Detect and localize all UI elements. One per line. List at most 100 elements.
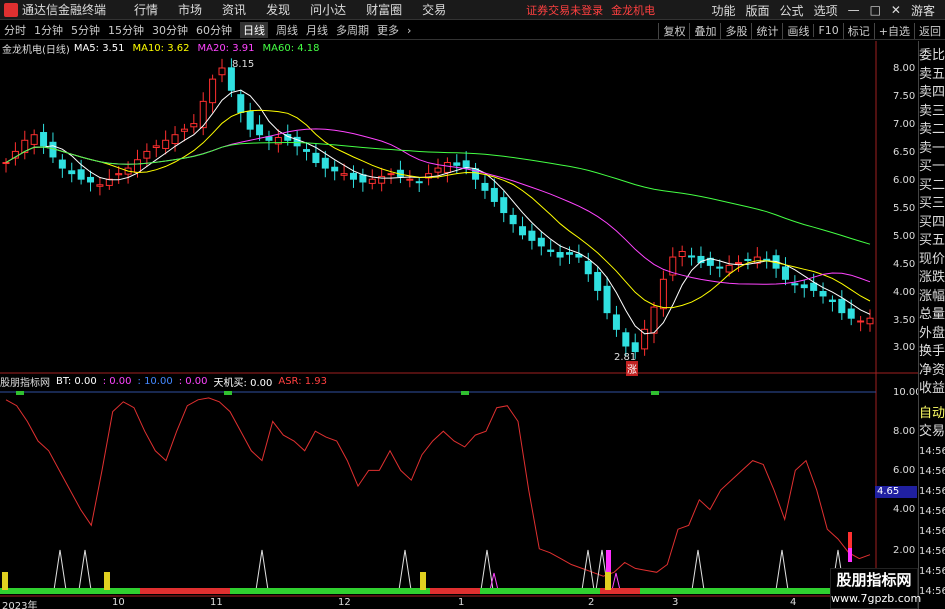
candle-body bbox=[528, 230, 536, 241]
candle-body bbox=[68, 170, 76, 175]
side-sell1[interactable]: 卖一 bbox=[919, 140, 945, 159]
ytick: 5.50 bbox=[893, 203, 916, 214]
sub-ytick: 8.00 bbox=[893, 426, 916, 437]
signal-bars bbox=[0, 532, 876, 594]
sub-chart-header: 股朋指标网 BT: 0.00 : 0.00 : 10.00 : 0.00 天机买… bbox=[0, 374, 333, 389]
candle-body bbox=[481, 182, 489, 191]
candle-body bbox=[678, 250, 686, 257]
v3-value: : 10.00 bbox=[137, 375, 173, 387]
candle-body bbox=[133, 159, 141, 173]
side-change[interactable]: 涨跌 bbox=[919, 269, 945, 288]
ytick: 4.50 bbox=[893, 259, 916, 270]
side-weibi[interactable]: 委比 bbox=[919, 47, 945, 66]
candle-body bbox=[500, 197, 508, 214]
signal-bar-red bbox=[140, 588, 230, 594]
candle-body bbox=[490, 187, 498, 202]
candle-body bbox=[143, 150, 151, 159]
xaxis-label: 10 bbox=[112, 597, 125, 608]
tick-time: 14:56 bbox=[919, 585, 945, 597]
ma10-value: MA10: 3.62 bbox=[132, 42, 190, 54]
candle-body bbox=[171, 134, 179, 145]
candle-body bbox=[434, 167, 442, 173]
v4-value: : 0.00 bbox=[178, 375, 208, 387]
v2-value: : 0.00 bbox=[102, 375, 132, 387]
spike-triangle bbox=[398, 549, 412, 591]
side-buy2[interactable]: 买二 bbox=[919, 177, 945, 196]
side-sell5[interactable]: 卖五 bbox=[919, 66, 945, 85]
side-buy4[interactable]: 买四 bbox=[919, 214, 945, 233]
oscillator-line bbox=[5, 397, 871, 577]
candle-body bbox=[331, 166, 339, 172]
signal-bar-magenta bbox=[848, 548, 852, 562]
candle-body bbox=[650, 306, 658, 334]
side-sell2[interactable]: 卖二 bbox=[919, 121, 945, 140]
candle-body bbox=[209, 78, 217, 104]
candle-body bbox=[509, 214, 517, 225]
chart-canvas[interactable] bbox=[0, 0, 918, 609]
ytick: 3.00 bbox=[893, 342, 916, 353]
candle-body bbox=[190, 123, 198, 128]
asr-value: ASR: 1.93 bbox=[278, 375, 328, 387]
side-sell4[interactable]: 卖四 bbox=[919, 84, 945, 103]
ytick: 3.50 bbox=[893, 315, 916, 326]
candle-body bbox=[349, 172, 357, 180]
side-change-pct[interactable]: 涨幅 bbox=[919, 288, 945, 307]
side-turnover[interactable]: 换手 bbox=[919, 343, 945, 362]
side-auto[interactable]: 自动 bbox=[919, 405, 945, 424]
candle-body bbox=[603, 285, 611, 314]
signal-marker bbox=[16, 391, 24, 395]
candle-body bbox=[688, 255, 696, 258]
candle-body bbox=[303, 149, 311, 152]
candle-body bbox=[857, 320, 865, 323]
tick-time: 14:56 bbox=[919, 525, 945, 537]
xaxis-label: 1 bbox=[458, 597, 465, 608]
tick-time: 14:56 bbox=[919, 545, 945, 557]
sub-ytick: 6.00 bbox=[893, 465, 916, 476]
signal-bar-yellow bbox=[420, 572, 426, 590]
side-earnings[interactable]: 收益 bbox=[919, 380, 945, 399]
candle-body bbox=[584, 260, 592, 275]
stock-label[interactable]: 金龙机电(日线) bbox=[2, 41, 70, 56]
ytick: 5.00 bbox=[893, 231, 916, 242]
signal-bar-yellow bbox=[605, 572, 611, 590]
candle-body bbox=[218, 67, 226, 76]
indicator-name[interactable]: 股朋指标网 bbox=[0, 374, 50, 389]
side-buy3[interactable]: 买三 bbox=[919, 195, 945, 214]
ytick: 8.00 bbox=[893, 63, 916, 74]
candle-body bbox=[744, 258, 752, 261]
candle-body bbox=[556, 251, 564, 258]
tool-back[interactable]: 返回 bbox=[914, 22, 945, 39]
side-buy5[interactable]: 买五 bbox=[919, 232, 945, 251]
side-netasset[interactable]: 净资 bbox=[919, 362, 945, 381]
candle-body bbox=[321, 157, 329, 169]
candle-body bbox=[819, 290, 827, 297]
side-volume[interactable]: 总量 bbox=[919, 306, 945, 325]
candle-body bbox=[453, 162, 461, 166]
ytick: 4.00 bbox=[893, 287, 916, 298]
candle-body bbox=[612, 314, 620, 330]
candle-body bbox=[415, 181, 423, 184]
side-outer[interactable]: 外盘 bbox=[919, 325, 945, 344]
side-trade[interactable]: 交易 bbox=[919, 423, 945, 442]
bt-value: BT: 0.00 bbox=[56, 375, 97, 387]
candle-body bbox=[180, 128, 188, 132]
ma5-line bbox=[5, 89, 871, 335]
side-price[interactable]: 现价 bbox=[919, 251, 945, 270]
low-mark-badge: 涨 bbox=[626, 361, 638, 376]
candle-body bbox=[237, 94, 245, 113]
candle-body bbox=[406, 178, 414, 181]
sub-ytick: 2.00 bbox=[893, 545, 916, 556]
candle-body bbox=[77, 169, 85, 180]
side-sell3[interactable]: 卖三 bbox=[919, 103, 945, 122]
moving-averages bbox=[5, 89, 871, 335]
signal-bar-yellow bbox=[2, 572, 8, 590]
candle-body bbox=[866, 317, 874, 325]
side-buy1[interactable]: 买一 bbox=[919, 158, 945, 177]
ma10-line bbox=[5, 109, 871, 309]
candle-body bbox=[791, 283, 799, 286]
spike-triangle bbox=[78, 549, 92, 591]
ytick: 7.50 bbox=[893, 91, 916, 102]
candle-body bbox=[631, 342, 639, 353]
quote-side-panel: 委比 卖五 卖四 卖三 卖二 卖一 买一 买二 买三 买四 买五 现价 涨跌 涨… bbox=[918, 41, 945, 609]
candle-body bbox=[565, 252, 573, 255]
